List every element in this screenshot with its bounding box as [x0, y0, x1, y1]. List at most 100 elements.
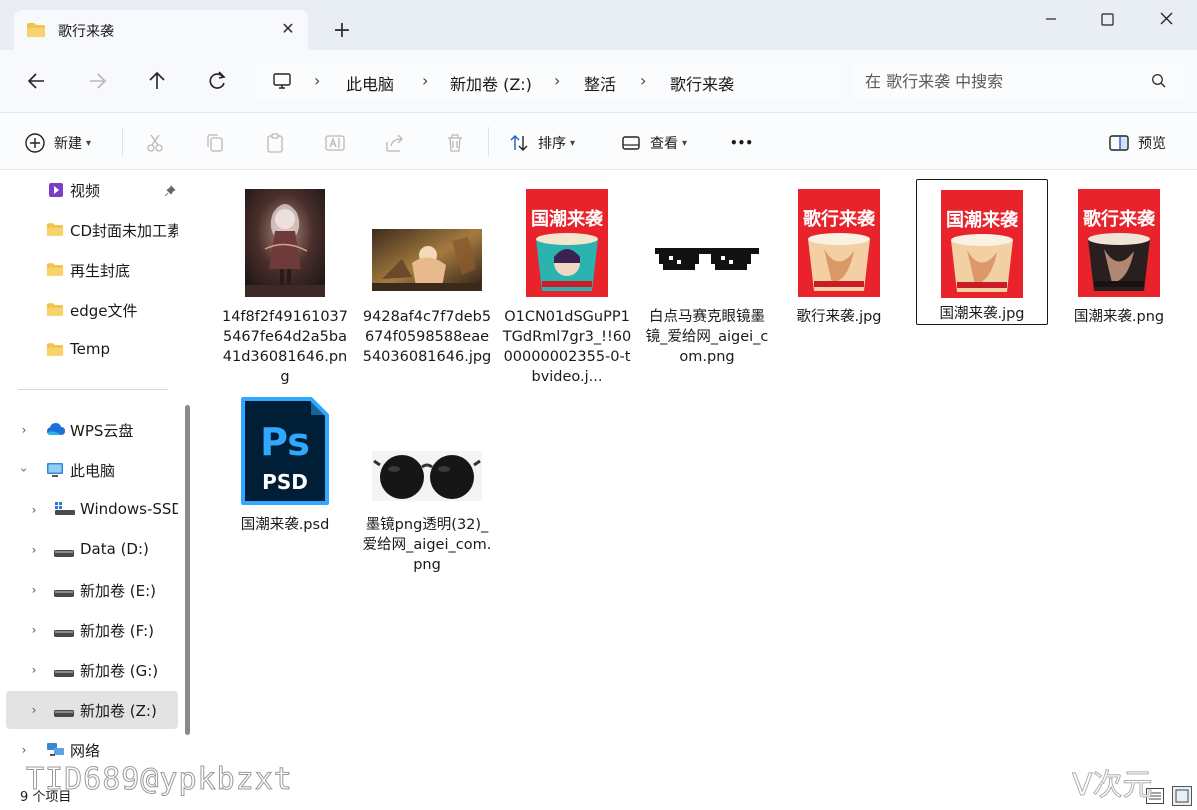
- refresh-icon[interactable]: [202, 68, 232, 94]
- chevron-right-icon[interactable]: ›: [28, 663, 40, 677]
- drive-icon: [54, 704, 74, 722]
- cut-button[interactable]: [144, 131, 166, 155]
- share-button[interactable]: [384, 131, 406, 155]
- ps-text: Ps: [260, 420, 310, 464]
- folder-icon: [26, 22, 46, 42]
- maximize-button[interactable]: [1084, 4, 1130, 34]
- sidebar-item-label: edge文件: [70, 302, 138, 320]
- chevron-right-icon[interactable]: ›: [422, 71, 428, 90]
- file-item[interactable]: 9428af4c7f7deb5674f0598588eae54036081646…: [362, 183, 492, 383]
- sidebar-item-drive-z[interactable]: › 新加卷 (Z:): [6, 691, 178, 729]
- sidebar-item-drive-g[interactable]: › 新加卷 (G:): [6, 651, 178, 689]
- sidebar-item-label: 视频: [70, 182, 101, 200]
- search-input[interactable]: [865, 69, 1145, 93]
- search-icon[interactable]: [1151, 73, 1167, 93]
- chevron-right-icon[interactable]: ›: [640, 71, 646, 90]
- sidebar-item-edge-files[interactable]: edge文件: [6, 291, 178, 329]
- view-icon: [622, 136, 640, 150]
- sidebar-item-label: 新加卷 (F:): [80, 622, 154, 640]
- tab-current[interactable]: 歌行来袭 ✕: [14, 10, 308, 52]
- close-window-button[interactable]: [1143, 4, 1189, 34]
- chevron-right-icon[interactable]: ›: [18, 423, 30, 437]
- preview-pane-button[interactable]: 预览: [1108, 131, 1166, 155]
- windows-drive-icon: [54, 502, 76, 520]
- sidebar-item-this-pc[interactable]: › 此电脑: [6, 451, 178, 489]
- psd-text: PSD: [262, 470, 308, 494]
- forward-arrow-icon[interactable]: [82, 68, 112, 94]
- sidebar-item-drive-e[interactable]: › 新加卷 (E:): [6, 571, 178, 609]
- up-arrow-icon[interactable]: [142, 68, 172, 94]
- large-icons-view-icon: [1175, 789, 1189, 803]
- view-label: 查看: [650, 136, 678, 152]
- copy-button[interactable]: [204, 131, 226, 155]
- back-arrow-icon[interactable]: [22, 68, 52, 94]
- sidebar-item-label: 新加卷 (E:): [80, 582, 157, 600]
- address-bar[interactable]: › 此电脑 › 新加卷 (Z:) › 整活 › 歌行来袭: [256, 63, 841, 99]
- sidebar-item-temp[interactable]: Temp: [6, 331, 178, 369]
- sidebar-scrollbar[interactable]: [185, 405, 190, 735]
- chevron-right-icon[interactable]: ›: [28, 703, 40, 717]
- file-item[interactable]: 歌行来袭 国潮来袭.png: [1054, 183, 1184, 343]
- sidebar-item-drive-f[interactable]: › 新加卷 (F:): [6, 611, 178, 649]
- chevron-right-icon[interactable]: ›: [28, 583, 40, 597]
- breadcrumb-drive-z[interactable]: 新加卷 (Z:): [450, 71, 532, 95]
- paste-button[interactable]: [264, 131, 286, 155]
- breadcrumb-current-folder[interactable]: 歌行来袭: [670, 71, 734, 95]
- large-icons-view-button[interactable]: [1172, 786, 1192, 806]
- delete-button[interactable]: [444, 131, 466, 155]
- file-name: 国潮来袭.psd: [240, 517, 330, 533]
- search-box[interactable]: [853, 63, 1183, 99]
- video-icon: [48, 182, 64, 202]
- sidebar-item-label: 网络: [70, 742, 101, 760]
- chevron-right-icon[interactable]: ›: [314, 71, 320, 90]
- sidebar-item-drive-d[interactable]: › Data (D:): [6, 531, 178, 569]
- file-list: 14f8f2f491610375467fe64d2a5ba41d36081646…: [196, 171, 1197, 780]
- breadcrumb-zhenghuo[interactable]: 整活: [584, 71, 616, 95]
- file-item[interactable]: 14f8f2f491610375467fe64d2a5ba41d36081646…: [220, 183, 350, 385]
- file-thumbnail: [362, 183, 492, 303]
- file-thumbnail: 国潮来袭: [502, 183, 632, 303]
- view-button[interactable]: 查看 ▾: [620, 131, 687, 155]
- sidebar-item-back-cover[interactable]: 再生封底: [6, 251, 178, 289]
- rename-button[interactable]: [324, 131, 346, 155]
- file-item[interactable]: 国潮来袭 O1CN01dSGuPP1TGdRml7gr3_!!600000000…: [502, 183, 632, 385]
- file-item[interactable]: 歌行来袭 歌行来袭.jpg: [774, 183, 904, 343]
- file-item[interactable]: Ps PSD 国潮来袭.psd: [220, 391, 350, 551]
- file-item[interactable]: 白点马赛克眼镜墨镜_爱给网_aigei_com.png: [642, 183, 772, 383]
- command-bar: 新建 ▾ 排序 ▾ 查看 ▾ ••• 预览: [0, 112, 1197, 170]
- photoshop-file-icon: Ps PSD: [241, 397, 329, 505]
- sidebar-item-windows-ssd[interactable]: › Windows-SSD: [6, 491, 178, 529]
- pin-icon[interactable]: [164, 183, 176, 201]
- drive-icon: [54, 584, 74, 602]
- chevron-down-icon[interactable]: ›: [17, 464, 31, 476]
- minimize-button[interactable]: [1028, 4, 1074, 34]
- rename-icon: [325, 135, 345, 151]
- sort-button[interactable]: 排序 ▾: [508, 131, 575, 155]
- chevron-right-icon[interactable]: ›: [28, 503, 40, 517]
- drive-icon: [54, 544, 74, 562]
- navigation-row: › 此电脑 › 新加卷 (Z:) › 整活 › 歌行来袭: [0, 50, 1197, 112]
- sidebar-item-label: Windows-SSD: [80, 500, 178, 518]
- thumb-brand-text: 歌行来袭: [1083, 208, 1156, 230]
- sidebar-item-wps-cloud[interactable]: › WPS云盘: [6, 411, 178, 449]
- breadcrumb-this-pc[interactable]: 此电脑: [346, 71, 394, 95]
- chevron-right-icon[interactable]: ›: [18, 743, 30, 757]
- close-tab-icon[interactable]: ✕: [278, 19, 298, 39]
- file-item-selected[interactable]: 国潮来袭 国潮来袭.jpg: [916, 179, 1048, 325]
- sidebar-item-videos[interactable]: 视频: [6, 171, 178, 209]
- chevron-down-icon: ▾: [86, 137, 92, 149]
- chevron-right-icon[interactable]: ›: [28, 623, 40, 637]
- new-tab-button[interactable]: +: [330, 20, 354, 44]
- network-icon: [46, 742, 66, 762]
- file-item[interactable]: 墨镜png透明(32)_爱给网_aigei_com.png: [362, 391, 492, 591]
- more-options-button[interactable]: •••: [730, 131, 753, 155]
- chevron-right-icon[interactable]: ›: [554, 71, 560, 90]
- chevron-down-icon: ▾: [682, 137, 688, 149]
- file-thumbnail: [642, 183, 772, 303]
- thumb-brand-text: 歌行来袭: [803, 208, 876, 230]
- sidebar-item-cd-cover[interactable]: CD封面未加工素: [6, 211, 178, 249]
- divider: [122, 127, 123, 157]
- sidebar-item-label: CD封面未加工素: [70, 222, 178, 240]
- chevron-right-icon[interactable]: ›: [28, 543, 40, 557]
- new-button[interactable]: 新建 ▾: [24, 131, 91, 155]
